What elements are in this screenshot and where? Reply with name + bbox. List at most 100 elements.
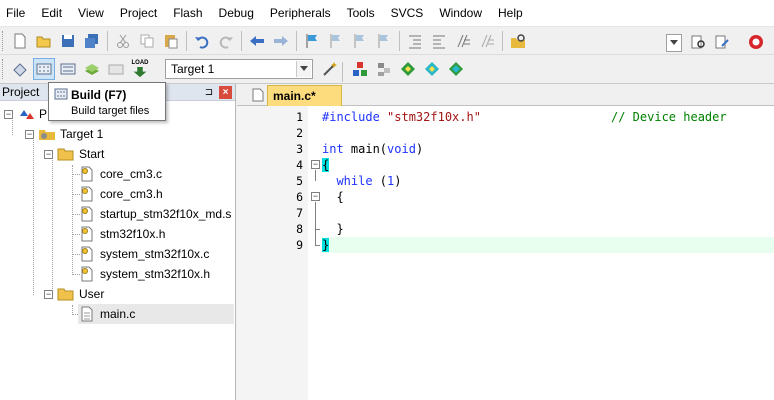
project-pane: Project ⊐ × − P − Target 1 − Start core_…	[0, 84, 236, 400]
batch-build-button[interactable]	[81, 58, 103, 80]
new-file-button[interactable]	[9, 30, 31, 52]
find-in-files-button[interactable]	[507, 30, 529, 52]
download-button[interactable]: LOAD	[129, 58, 151, 80]
tree-file[interactable]: startup_stm32f10x_md.s	[78, 204, 231, 224]
arrow-left-icon	[250, 35, 264, 46]
chevron-down-icon	[670, 40, 678, 45]
close-icon[interactable]: ×	[219, 85, 232, 99]
select-packs-button[interactable]	[397, 58, 419, 80]
nav-forward-button[interactable]	[270, 30, 292, 52]
bookmark-button[interactable]	[301, 30, 323, 52]
new-file-icon	[14, 33, 26, 48]
code-text: (	[372, 174, 388, 188]
debug-session-button[interactable]	[745, 31, 767, 53]
fold-line	[315, 245, 320, 246]
line-number: 9	[296, 238, 303, 252]
tab-main-c[interactable]: main.c*	[267, 85, 342, 106]
menu-debug[interactable]: Debug	[211, 0, 262, 27]
fold-line	[315, 170, 316, 181]
menu-tools[interactable]: Tools	[339, 0, 383, 27]
open-folder-icon	[36, 36, 51, 47]
toolbar-grip[interactable]	[2, 59, 5, 79]
tree-file-label: stm32f10x.h	[100, 227, 166, 241]
tree-target[interactable]: − Target 1	[25, 124, 103, 144]
line-number: 4	[296, 158, 303, 172]
code-brace: {	[336, 190, 344, 204]
undo-button[interactable]	[191, 30, 213, 52]
menu-view[interactable]: View	[70, 0, 112, 27]
find-dropdown[interactable]	[666, 34, 682, 52]
code-line-9-current: }	[322, 237, 774, 253]
line-number-gutter: 1 2 3 4 5 6 7 8 9	[237, 106, 308, 400]
toolbar-grip[interactable]	[2, 30, 5, 51]
fold-collapse-icon[interactable]: −	[311, 192, 320, 201]
redo-button[interactable]	[215, 30, 237, 52]
tree-file[interactable]: stm32f10x.h	[78, 224, 165, 244]
tree-root-label: P	[39, 107, 48, 121]
collapse-icon[interactable]: −	[25, 129, 34, 139]
menu-edit[interactable]: Edit	[33, 0, 70, 27]
manage-project-button[interactable]	[349, 58, 371, 80]
target-select[interactable]: Target 1	[165, 59, 313, 79]
save-button[interactable]	[57, 30, 79, 52]
indent-button[interactable]	[404, 30, 426, 52]
incremental-find-button[interactable]	[711, 31, 733, 53]
flag-clear-icon	[378, 33, 388, 48]
save-all-button[interactable]	[81, 30, 103, 52]
tree-file[interactable]: system_stm32f10x.c	[78, 244, 209, 264]
tree-root[interactable]: − P	[4, 104, 47, 124]
code-editor[interactable]: 1 2 3 4 5 6 7 8 9 − − #include "stm32f10…	[237, 106, 774, 400]
menu-flash[interactable]: Flash	[165, 0, 210, 27]
menu-window[interactable]: Window	[431, 0, 490, 27]
tree-group-user[interactable]: − User	[44, 284, 104, 304]
stop-build-button[interactable]	[105, 58, 127, 80]
tree-file[interactable]: core_cm3.h	[78, 184, 163, 204]
fold-line	[315, 229, 316, 245]
cut-button[interactable]	[112, 30, 134, 52]
paste-button[interactable]	[160, 30, 182, 52]
next-bookmark-button[interactable]	[349, 30, 371, 52]
rebuild-button[interactable]	[57, 58, 79, 80]
menu-file[interactable]: File	[0, 0, 33, 27]
tree-file[interactable]: system_stm32f10x.h	[78, 264, 210, 284]
fold-collapse-icon[interactable]: −	[311, 160, 320, 169]
tree-line	[52, 155, 53, 295]
save-all-icon	[85, 33, 98, 48]
prev-bookmark-button[interactable]	[325, 30, 347, 52]
unindent-button[interactable]	[428, 30, 450, 52]
menu-peripherals[interactable]: Peripherals	[262, 0, 339, 27]
pack-installer-button[interactable]	[373, 58, 395, 80]
nav-back-button[interactable]	[246, 30, 268, 52]
copy-button[interactable]	[136, 30, 158, 52]
tree-group-start[interactable]: − Start	[44, 144, 104, 164]
pack-icon	[378, 63, 390, 76]
menu-bar: File Edit View Project Flash Debug Perip…	[0, 0, 774, 27]
pin-icon[interactable]: ⊐	[203, 86, 215, 98]
code-keyword: int	[322, 142, 344, 156]
menu-help[interactable]: Help	[490, 0, 531, 27]
uncomment-button[interactable]	[476, 30, 498, 52]
diamond-stack-icon	[449, 62, 463, 76]
tree-file-label: main.c	[100, 307, 136, 321]
rte-manage-button[interactable]	[421, 58, 443, 80]
tree-file[interactable]: core_cm3.c	[78, 164, 162, 184]
open-file-button[interactable]	[33, 30, 55, 52]
code-line-5: while (1)	[322, 173, 774, 189]
build-button[interactable]	[33, 58, 55, 80]
translate-button[interactable]	[9, 58, 31, 80]
copy-icon	[140, 34, 154, 47]
file-key-icon	[78, 266, 96, 282]
line-number: 7	[296, 206, 303, 220]
document-icon	[252, 88, 264, 102]
search-button[interactable]	[687, 31, 709, 53]
collapse-icon[interactable]: −	[44, 289, 53, 299]
collapse-icon[interactable]: −	[44, 149, 53, 159]
comment-button[interactable]	[452, 30, 474, 52]
menu-project[interactable]: Project	[112, 0, 165, 27]
menu-svcs[interactable]: SVCS	[383, 0, 432, 27]
tree-file-selected[interactable]: main.c	[78, 304, 234, 324]
target-options-button[interactable]	[319, 58, 341, 80]
collapse-icon[interactable]: −	[4, 109, 13, 119]
clear-bookmarks-button[interactable]	[373, 30, 395, 52]
pack-manage-button[interactable]	[445, 58, 467, 80]
